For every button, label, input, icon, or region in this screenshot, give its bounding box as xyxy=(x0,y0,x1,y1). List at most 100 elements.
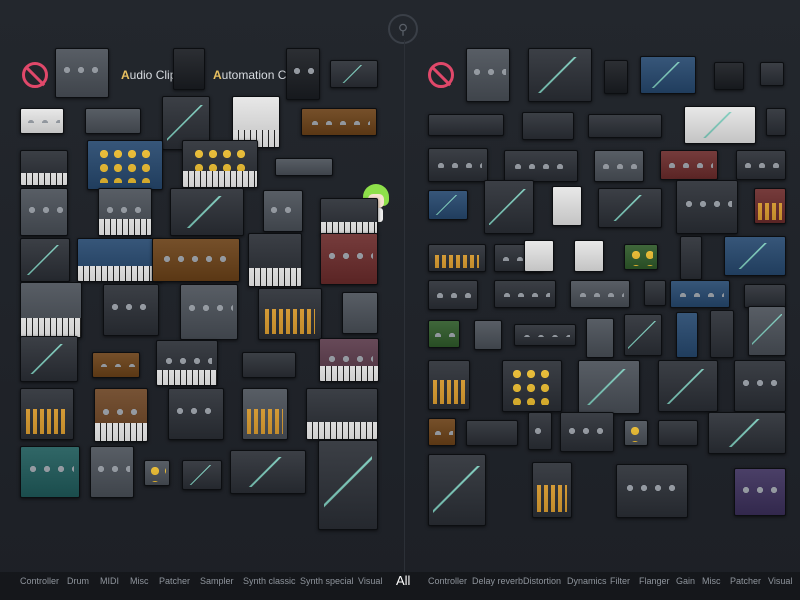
plugin-thumbnail[interactable] xyxy=(466,48,510,102)
plugin-thumbnail[interactable] xyxy=(20,336,78,382)
search-icon[interactable]: ⚲ xyxy=(388,14,418,44)
plugin-thumbnail[interactable] xyxy=(152,238,240,282)
tab-misc[interactable]: Misc xyxy=(130,576,149,586)
plugin-thumbnail[interactable] xyxy=(330,60,378,88)
plugin-thumbnail[interactable] xyxy=(77,238,163,282)
plugin-thumbnail[interactable] xyxy=(714,62,744,90)
plugin-thumbnail[interactable] xyxy=(484,180,534,234)
plugin-thumbnail[interactable] xyxy=(20,388,74,440)
plugin-thumbnail[interactable] xyxy=(87,140,163,190)
plugin-thumbnail[interactable] xyxy=(92,352,140,378)
plugin-thumbnail[interactable] xyxy=(319,338,379,382)
plugin-thumbnail[interactable] xyxy=(230,450,306,494)
plugin-thumbnail[interactable] xyxy=(552,186,582,226)
plugin-thumbnail[interactable] xyxy=(428,280,478,310)
plugin-thumbnail[interactable] xyxy=(103,284,159,336)
plugin-thumbnail[interactable] xyxy=(342,292,378,334)
plugin-thumbnail[interactable] xyxy=(684,106,756,144)
plugin-thumbnail[interactable] xyxy=(173,48,205,90)
tab-fx-visual[interactable]: Visual xyxy=(768,576,792,586)
plugin-thumbnail[interactable] xyxy=(504,150,578,182)
plugin-thumbnail[interactable] xyxy=(320,233,378,285)
tab-gain[interactable]: Gain xyxy=(676,576,695,586)
audio-clip-label[interactable]: Audio Clip xyxy=(121,68,176,82)
plugin-thumbnail[interactable] xyxy=(624,314,662,356)
plugin-thumbnail[interactable] xyxy=(624,420,648,446)
plugin-thumbnail[interactable] xyxy=(301,108,377,136)
tab-fx-controller[interactable]: Controller xyxy=(428,576,467,586)
plugin-thumbnail[interactable] xyxy=(594,150,644,182)
plugin-thumbnail[interactable] xyxy=(428,244,486,272)
tab-distortion[interactable]: Distortion xyxy=(523,576,561,586)
plugin-thumbnail[interactable] xyxy=(182,460,222,490)
tab-fx-patcher[interactable]: Patcher xyxy=(730,576,761,586)
plugin-thumbnail[interactable] xyxy=(20,238,70,282)
plugin-thumbnail[interactable] xyxy=(574,240,604,272)
plugin-thumbnail[interactable] xyxy=(20,150,68,186)
plugin-thumbnail[interactable] xyxy=(514,324,576,346)
plugin-thumbnail[interactable] xyxy=(20,188,68,236)
plugin-thumbnail[interactable] xyxy=(258,288,322,340)
plugin-thumbnail[interactable] xyxy=(248,233,302,287)
plugin-thumbnail[interactable] xyxy=(85,108,141,134)
plugin-thumbnail[interactable] xyxy=(242,388,288,440)
plugin-thumbnail[interactable] xyxy=(532,462,572,518)
plugin-thumbnail[interactable] xyxy=(428,454,486,526)
plugin-thumbnail[interactable] xyxy=(748,306,786,356)
plugin-thumbnail[interactable] xyxy=(144,460,170,486)
plugin-thumbnail[interactable] xyxy=(616,464,688,518)
plugin-thumbnail[interactable] xyxy=(170,188,244,236)
plugin-thumbnail[interactable] xyxy=(428,114,504,136)
plugin-thumbnail[interactable] xyxy=(20,108,64,134)
plugin-thumbnail[interactable] xyxy=(570,280,630,308)
tab-synth-special[interactable]: Synth special xyxy=(300,576,354,586)
plugin-thumbnail[interactable] xyxy=(528,48,592,102)
tab-sampler[interactable]: Sampler xyxy=(200,576,234,586)
tab-controller[interactable]: Controller xyxy=(20,576,59,586)
plugin-thumbnail[interactable] xyxy=(182,140,258,188)
plugin-thumbnail[interactable] xyxy=(180,284,238,340)
plugin-thumbnail[interactable] xyxy=(522,112,574,140)
plugin-thumbnail[interactable] xyxy=(156,340,218,386)
plugin-thumbnail[interactable] xyxy=(744,284,786,308)
plugin-thumbnail[interactable] xyxy=(494,280,556,308)
tab-delay-reverb[interactable]: Delay reverb xyxy=(472,576,523,586)
plugin-thumbnail[interactable] xyxy=(560,412,614,452)
plugin-thumbnail[interactable] xyxy=(428,148,488,182)
plugin-thumbnail[interactable] xyxy=(598,188,662,228)
tab-filter[interactable]: Filter xyxy=(610,576,630,586)
plugin-thumbnail[interactable] xyxy=(90,446,134,498)
plugin-thumbnail[interactable] xyxy=(98,188,152,236)
plugin-thumbnail[interactable] xyxy=(670,280,730,308)
tab-visual[interactable]: Visual xyxy=(358,576,382,586)
plugin-thumbnail[interactable] xyxy=(428,320,460,348)
plugin-thumbnail[interactable] xyxy=(306,388,378,440)
plugin-thumbnail[interactable] xyxy=(286,48,320,100)
plugin-thumbnail[interactable] xyxy=(474,320,502,350)
plugin-thumbnail[interactable] xyxy=(766,108,786,136)
plugin-thumbnail[interactable] xyxy=(640,56,696,94)
plugin-thumbnail[interactable] xyxy=(760,62,784,86)
tab-drum[interactable]: Drum xyxy=(67,576,89,586)
tab-all[interactable]: All xyxy=(396,573,410,588)
no-symbol-icon[interactable] xyxy=(22,62,48,88)
plugin-thumbnail[interactable] xyxy=(318,440,378,530)
plugin-thumbnail[interactable] xyxy=(624,244,658,270)
plugin-thumbnail[interactable] xyxy=(94,388,148,442)
plugin-thumbnail[interactable] xyxy=(466,420,518,446)
plugin-thumbnail[interactable] xyxy=(428,190,468,220)
plugin-thumbnail[interactable] xyxy=(734,468,786,516)
tab-midi[interactable]: MIDI xyxy=(100,576,119,586)
plugin-thumbnail[interactable] xyxy=(168,388,224,440)
plugin-thumbnail[interactable] xyxy=(708,412,786,454)
plugin-thumbnail[interactable] xyxy=(320,198,378,236)
plugin-thumbnail[interactable] xyxy=(754,188,786,224)
tab-patcher[interactable]: Patcher xyxy=(159,576,190,586)
plugin-thumbnail[interactable] xyxy=(428,360,470,410)
plugin-thumbnail[interactable] xyxy=(588,114,662,138)
plugin-thumbnail[interactable] xyxy=(578,360,640,414)
plugin-thumbnail[interactable] xyxy=(428,418,456,446)
plugin-thumbnail[interactable] xyxy=(676,180,738,234)
tab-dynamics[interactable]: Dynamics xyxy=(567,576,607,586)
plugin-thumbnail[interactable] xyxy=(502,360,562,412)
